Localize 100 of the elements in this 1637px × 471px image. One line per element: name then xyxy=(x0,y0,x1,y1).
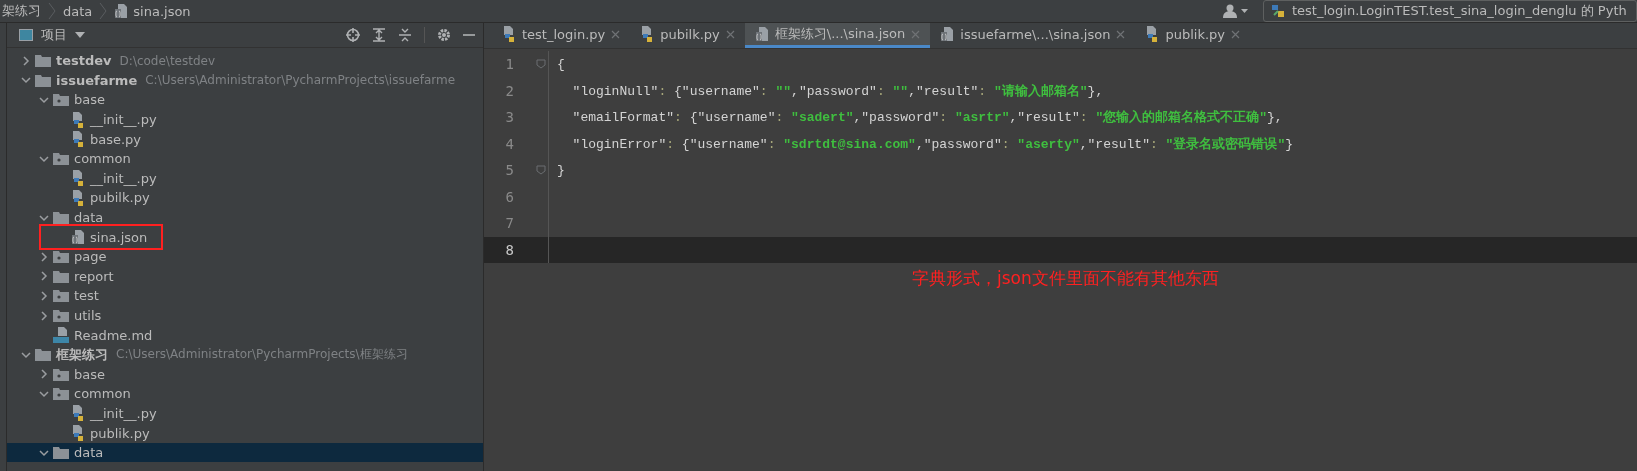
tree-item[interactable]: common xyxy=(7,148,483,169)
python-file-icon xyxy=(1145,26,1160,42)
python-file-icon xyxy=(71,425,85,442)
close-icon[interactable] xyxy=(1116,29,1126,39)
settings-icon[interactable] xyxy=(437,28,451,42)
chevron-icon[interactable] xyxy=(21,75,31,86)
tree-item[interactable]: Readme.md xyxy=(7,325,483,345)
separator-icon xyxy=(99,2,108,20)
package-folder-icon xyxy=(53,289,69,303)
editor-tab[interactable]: publik.py xyxy=(1135,23,1251,48)
tree-item[interactable]: pubilk.py xyxy=(7,188,483,208)
tree-item[interactable]: __init__.py xyxy=(7,109,483,130)
python-run-icon xyxy=(1270,3,1286,19)
chevron-icon[interactable] xyxy=(39,388,49,399)
json-file-icon xyxy=(940,26,955,42)
tree-item[interactable]: __init__.py xyxy=(7,403,483,424)
chevron-icon[interactable] xyxy=(21,349,31,360)
close-icon[interactable] xyxy=(611,29,621,39)
line-number: 4 xyxy=(504,135,514,152)
tree-item[interactable]: utils xyxy=(7,305,483,326)
chevron-icon[interactable] xyxy=(39,212,49,223)
package-folder-icon xyxy=(53,387,69,401)
python-file-icon xyxy=(71,131,85,148)
chevron-icon[interactable] xyxy=(39,271,49,282)
tree-item[interactable]: base.py xyxy=(7,129,483,149)
tree-item[interactable]: 框架练习 C:\Users\Administrator\PycharmProjects\框架练习 xyxy=(7,344,483,365)
folder-icon xyxy=(35,54,51,68)
tree-item[interactable]: page xyxy=(7,246,483,267)
python-file-icon xyxy=(71,170,85,187)
line-number: 1 xyxy=(504,56,514,73)
close-icon[interactable] xyxy=(725,29,735,39)
caret-icon[interactable] xyxy=(75,32,85,38)
project-path: D:\code\testdev xyxy=(119,53,216,68)
tree-item[interactable]: test xyxy=(7,286,483,306)
python-file-icon xyxy=(71,189,85,206)
locate-icon[interactable] xyxy=(346,28,360,42)
json-file-icon xyxy=(754,26,769,42)
code-line: "loginNull": {"username": "","password": "","result": "请输入邮箱名"}, xyxy=(571,82,1104,100)
editor-tab[interactable]: 框架练习\...\sina.json xyxy=(744,23,931,48)
python-file-icon xyxy=(502,26,516,42)
python-file-icon xyxy=(71,405,85,422)
folder-icon xyxy=(35,348,51,362)
tree-item[interactable]: data xyxy=(7,442,483,463)
breadcrumb-item[interactable]: sina.json xyxy=(133,3,191,19)
chevron-icon[interactable] xyxy=(39,290,49,301)
python-file-icon xyxy=(71,111,85,128)
package-folder-icon xyxy=(53,250,69,264)
tree-item[interactable]: common xyxy=(7,384,483,404)
tree-item[interactable]: data xyxy=(7,207,483,228)
line-number: 5 xyxy=(504,162,514,179)
tree-item[interactable]: testdev D:\code\testdev xyxy=(7,51,483,71)
chevron-icon[interactable] xyxy=(21,55,31,66)
folder-icon xyxy=(35,73,51,87)
tree-item[interactable]: base xyxy=(7,90,483,110)
line-number: 3 xyxy=(504,109,514,126)
line-number: 7 xyxy=(504,215,514,232)
tree-item[interactable]: report xyxy=(7,266,483,287)
editor-tab[interactable]: pubilk.py xyxy=(630,23,745,48)
editor-tab[interactable]: issuefarme\...\sina.json xyxy=(930,23,1136,48)
project-path: C:\Users\Administrator\PycharmProjects\框架练习 xyxy=(116,346,408,364)
json-file-icon xyxy=(71,229,85,246)
collapse-all-icon[interactable] xyxy=(398,28,412,42)
project-path: C:\Users\Administrator\PycharmProjects\issuefarme xyxy=(145,73,456,88)
python-file-icon xyxy=(640,26,655,42)
package-folder-icon xyxy=(53,93,69,107)
line-number: 8 xyxy=(504,241,514,258)
project-icon xyxy=(19,29,33,41)
folder-icon xyxy=(53,446,69,460)
tree-item[interactable]: issuefarme C:\Users\Administrator\PycharmProjects\issuefarme xyxy=(7,70,483,91)
breadcrumb-item[interactable]: 架练习 xyxy=(2,2,41,20)
expand-all-icon[interactable] xyxy=(372,28,386,42)
chevron-icon[interactable] xyxy=(39,310,49,321)
code-line: } xyxy=(557,162,565,178)
code-line: "emailFormat": {"username": "sadert","password": "asrtr","result": "您输入的邮箱名格式不正确"}, xyxy=(571,109,1283,127)
package-folder-icon xyxy=(53,367,69,381)
code-line: "loginError": {"username": "sdrtdt@sina.com","password": "aserty","result": "登录名或密码错误"} xyxy=(571,135,1293,153)
chevron-icon[interactable] xyxy=(39,369,49,380)
chevron-icon[interactable] xyxy=(39,447,49,458)
chevron-icon[interactable] xyxy=(39,251,49,262)
separator-icon xyxy=(48,2,56,20)
json-file-icon xyxy=(114,3,129,19)
tree-item[interactable]: __init__.py xyxy=(7,168,483,189)
tree-item[interactable]: sina.json xyxy=(7,227,483,247)
folder-icon xyxy=(53,269,69,283)
code-line: { xyxy=(557,56,565,72)
package-folder-icon xyxy=(53,152,69,166)
close-icon[interactable] xyxy=(1231,29,1241,39)
annotation-text: 字典形式，json文件里面不能有其他东西 xyxy=(912,267,1219,290)
chevron-icon[interactable] xyxy=(39,95,49,105)
chevron-icon[interactable] xyxy=(39,153,49,164)
tree-item[interactable]: publik.py xyxy=(7,423,483,443)
tree-item[interactable]: base xyxy=(7,364,483,385)
breadcrumb-item[interactable]: data xyxy=(63,3,93,19)
run-configuration-dropdown[interactable]: test_login.LoginTEST.test_sina_login_denglu 的 Pyth xyxy=(1263,0,1637,22)
annotation-box: sina.json xyxy=(41,226,162,249)
line-number: 6 xyxy=(504,188,514,205)
folder-icon xyxy=(53,211,69,225)
panel-title[interactable]: 项目 xyxy=(41,26,67,44)
user-icon[interactable] xyxy=(1223,4,1249,18)
editor-tab[interactable]: test_login.py xyxy=(492,23,631,48)
